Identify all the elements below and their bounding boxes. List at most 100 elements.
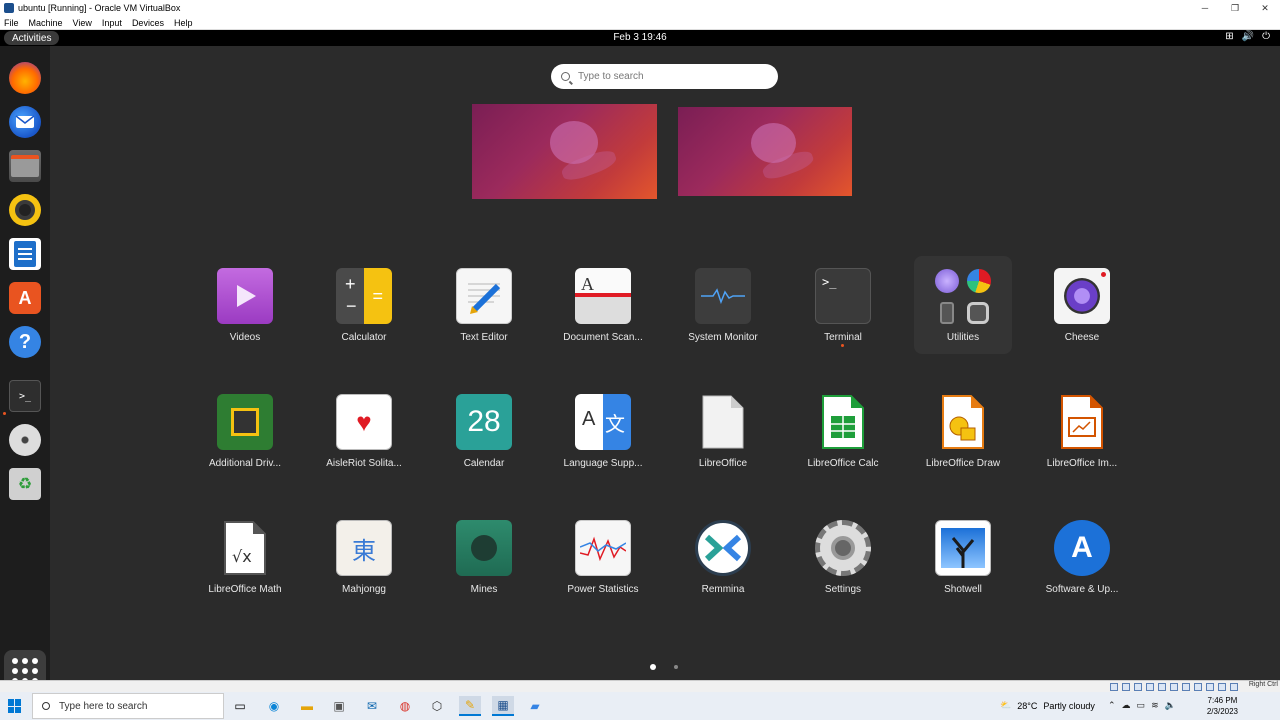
mines-icon <box>456 520 512 576</box>
search-input[interactable]: Type to search <box>551 64 778 89</box>
thunderbird-icon[interactable] <box>9 106 41 138</box>
page-dot[interactable] <box>674 665 678 669</box>
wifi-icon[interactable]: ≋ <box>1151 700 1159 711</box>
close-icon[interactable]: ✕ <box>1250 0 1280 16</box>
app-system-monitor[interactable]: System Monitor <box>674 256 772 354</box>
windows-start-icon[interactable] <box>8 699 22 713</box>
app-remmina[interactable]: Remmina <box>674 508 772 606</box>
network-adapter-icon[interactable] <box>1146 683 1154 691</box>
running-indicator <box>3 412 6 415</box>
clock[interactable]: Feb 3 19:46 <box>0 32 1280 43</box>
pinned-app-icon[interactable]: ✎ <box>459 696 481 716</box>
speaker-icon[interactable]: 🔈 <box>1165 700 1176 711</box>
app-label: Text Editor <box>460 332 508 343</box>
shared-folders-icon[interactable] <box>1170 683 1178 691</box>
files-icon[interactable] <box>9 150 41 182</box>
mail-icon[interactable]: ✉ <box>361 696 383 716</box>
cube-app-icon[interactable]: ⬡ <box>426 696 448 716</box>
minimize-icon[interactable]: ─ <box>1190 0 1220 16</box>
text-editor-icon <box>456 268 512 324</box>
trash-icon[interactable]: ♻ <box>9 468 41 500</box>
cpu-icon[interactable] <box>1206 683 1214 691</box>
hdd-icon[interactable] <box>1110 683 1118 691</box>
libreoffice-writer-icon[interactable] <box>9 238 41 270</box>
app-libreoffice-draw[interactable]: LibreOffice Draw <box>914 382 1012 480</box>
store-icon[interactable]: ▣ <box>328 696 350 716</box>
weather-widget[interactable]: ⛅ 28°C Partly cloudy <box>1000 700 1095 711</box>
app-additional-drivers[interactable]: Additional Driv... <box>196 382 294 480</box>
recording-icon[interactable] <box>1194 683 1202 691</box>
app-label: Additional Driv... <box>208 458 282 469</box>
app-mahjongg[interactable]: 東 Mahjongg <box>315 508 413 606</box>
app-label: LibreOffice Calc <box>807 458 879 469</box>
keyboard-icon[interactable] <box>1230 683 1238 691</box>
app-document-scanner[interactable]: A Document Scan... <box>554 256 652 354</box>
workspace-thumbnail-2[interactable] <box>678 107 852 196</box>
svg-text:√x: √x <box>232 547 252 566</box>
menu-input[interactable]: Input <box>102 18 122 28</box>
app-videos[interactable]: Videos <box>196 256 294 354</box>
taskbar-search-input[interactable]: Type here to search <box>32 693 224 719</box>
app-calculator[interactable]: + = − Calculator <box>315 256 413 354</box>
workspace-thumbnail-1[interactable] <box>472 104 657 199</box>
app-label: LibreOffice Im... <box>1046 458 1118 469</box>
app-aisleriot[interactable]: ♥ AisleRiot Solita... <box>315 382 413 480</box>
menu-help[interactable]: Help <box>174 18 193 28</box>
battery-icon[interactable]: ▭ <box>1137 700 1146 711</box>
app-text-editor[interactable]: Text Editor <box>435 256 533 354</box>
audio-icon[interactable] <box>1134 683 1142 691</box>
app-libreoffice[interactable]: LibreOffice <box>674 382 772 480</box>
terminal-icon[interactable]: >_ <box>9 380 41 412</box>
app-calendar[interactable]: 28 Calendar <box>435 382 533 480</box>
rhythmbox-icon[interactable] <box>9 194 41 226</box>
app-label: Power Statistics <box>567 584 639 595</box>
menu-machine[interactable]: Machine <box>29 18 63 28</box>
app-shotwell[interactable]: Shotwell <box>914 508 1012 606</box>
app-software-updater[interactable]: A Software & Up... <box>1033 508 1131 606</box>
restore-icon[interactable]: ❐ <box>1220 0 1250 16</box>
app-mines[interactable]: Mines <box>435 508 533 606</box>
app-power-statistics[interactable]: Power Statistics <box>554 508 652 606</box>
taskbar-search-placeholder: Type here to search <box>59 700 148 712</box>
app-settings[interactable]: Settings <box>794 508 892 606</box>
remmina-icon <box>695 520 751 576</box>
app-folder-utilities[interactable]: Utilities <box>914 256 1012 354</box>
help-icon[interactable]: ? <box>9 326 41 358</box>
menu-devices[interactable]: Devices <box>132 18 164 28</box>
partly-cloudy-icon: ⛅ <box>1000 700 1012 710</box>
app-label: Document Scan... <box>563 332 643 343</box>
optical-drive-icon[interactable] <box>1122 683 1130 691</box>
app-libreoffice-calc[interactable]: LibreOffice Calc <box>794 382 892 480</box>
usb-icon[interactable] <box>1158 683 1166 691</box>
app-cheese[interactable]: Cheese <box>1033 256 1131 354</box>
app-terminal[interactable]: >_ Terminal <box>794 256 892 354</box>
app-center-icon[interactable]: A <box>9 282 41 314</box>
notes-app-icon[interactable]: ▰ <box>524 696 546 716</box>
app-libreoffice-math[interactable]: √x LibreOffice Math <box>196 508 294 606</box>
page-dot-active[interactable] <box>650 664 656 670</box>
menu-file[interactable]: File <box>4 18 19 28</box>
edge-icon[interactable]: ◉ <box>263 696 285 716</box>
app-label: LibreOffice Math <box>208 584 282 595</box>
chrome-icon[interactable]: ◍ <box>394 696 416 716</box>
firefox-icon[interactable] <box>9 62 41 94</box>
system-tray[interactable]: ⊞ 🔊 ⏻ <box>1225 31 1270 42</box>
cheese-icon <box>1054 268 1110 324</box>
onedrive-icon[interactable]: ☁ <box>1122 700 1131 711</box>
mouse-integration-icon[interactable] <box>1218 683 1226 691</box>
task-view-icon[interactable]: ▭ <box>229 696 251 716</box>
optical-disc-icon[interactable] <box>9 424 41 456</box>
search-icon <box>42 702 50 710</box>
app-language-support[interactable]: A文 Language Supp... <box>554 382 652 480</box>
virtualbox-task-icon[interactable]: ▦ <box>492 696 514 716</box>
menu-view[interactable]: View <box>73 18 92 28</box>
vbox-statusbar: Right Ctrl <box>0 680 1280 692</box>
taskbar-clock[interactable]: 7:46 PM 2/3/2023 <box>1207 695 1238 717</box>
file-explorer-icon[interactable]: ▬ <box>296 696 318 716</box>
power-statistics-icon <box>575 520 631 576</box>
chevron-up-icon[interactable]: ⌃ <box>1108 700 1116 711</box>
app-libreoffice-impress[interactable]: LibreOffice Im... <box>1033 382 1131 480</box>
page-indicator[interactable] <box>650 664 678 670</box>
display-icon[interactable] <box>1182 683 1190 691</box>
app-label: Remmina <box>701 584 745 595</box>
